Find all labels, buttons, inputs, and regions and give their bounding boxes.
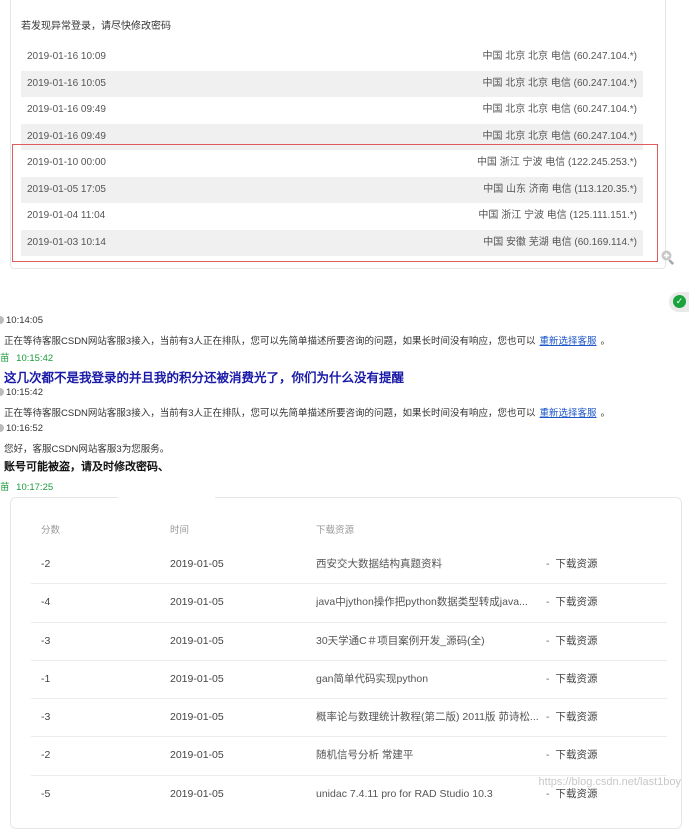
status-badge[interactable]: ✓ — [669, 292, 689, 312]
resource-link[interactable]: java中jython操作把python数据类型转成java... — [316, 584, 546, 621]
login-row: 2019-01-04 11:04 中国 浙江 宁波 电信 (125.111.151… — [21, 203, 643, 230]
download-table: 分数 时间 下载资源 -2 2019-01-05 西安交大数据结构真题资料 -下… — [31, 516, 667, 813]
table-row: -2 2019-01-05 随机信号分析 常建平 - 下载资源 — [31, 736, 667, 774]
score-cell: -3 — [41, 711, 51, 724]
panel-tab — [118, 497, 215, 503]
download-action[interactable]: - 下载资源 — [546, 584, 666, 621]
table-header: 分数 时间 下载资源 — [31, 516, 667, 546]
time-cell: 2019-01-05 — [170, 672, 224, 685]
login-location: 中国 浙江 宁波 电信 (125.111.151.*) — [478, 210, 637, 221]
login-time: 2019-01-04 11:04 — [27, 210, 106, 221]
system-message: 正在等待客服CSDN网站客服3接入，当前有3人正在排队，您可以先简单描述所要咨询… — [4, 336, 611, 347]
resource-link[interactable]: 西安交大数据结构真题资料 — [316, 546, 546, 583]
message-time: 10:15:42 — [16, 353, 54, 364]
login-location: 中国 北京 北京 电信 (60.247.104.*) — [482, 130, 638, 142]
user-name: 苗 — [0, 482, 10, 493]
header-action — [546, 516, 666, 546]
score-cell: -1 — [41, 672, 51, 685]
score-cell: -3 — [41, 634, 51, 647]
time-cell: 2019-01-05 — [170, 558, 224, 570]
score-cell: -2 — [41, 749, 51, 762]
table-row: -3 2019-01-05 概率论与数理统计教程(第二版) 2011版 茆诗松.… — [31, 698, 667, 736]
chat-user-header: 苗 10:17:25 — [0, 479, 53, 493]
login-row: 2019-01-05 17:05 中国 山东 济南 电信 (113.120.35.… — [21, 176, 643, 203]
header-time: 时间 — [170, 525, 190, 536]
login-time: 2019-01-16 10:09 — [27, 51, 106, 62]
score-cell: -5 — [41, 787, 51, 800]
header-resource: 下载资源 — [316, 525, 355, 536]
agent-greeting: 您好，客服CSDN网站客服3为您服务。 — [4, 444, 170, 455]
login-row: 2019-01-03 10:14 中国 安徽 芜湖 电信 (60.169.114.… — [21, 229, 643, 256]
login-location: 中国 北京 北京 电信 (60.247.104.*) — [482, 51, 638, 62]
table-row: -3 2019-01-05 30天学通C＃项目案例开发_源码(全) - 下载资源 — [31, 621, 667, 660]
login-row: 2019-01-16 10:09 中国 北京 北京 电信 (60.247.104.… — [21, 44, 643, 71]
login-time: 2019-01-05 17:05 — [27, 183, 106, 195]
chat-timestamp: 10:16:52 — [0, 423, 43, 434]
avatar-edge — [0, 316, 4, 324]
login-location: 中国 浙江 宁波 电信 (122.245.253.*) — [476, 157, 637, 168]
login-history-panel: 若发现异常登录，请尽快修改密码 2019-01-16 10:09 中国 北京 北京… — [10, 0, 666, 269]
login-warning-text: 若发现异常登录，请尽快修改密码 — [21, 21, 171, 32]
login-row: 2019-01-16 09:49 中国 北京 北京 电信 (60.247.104.… — [21, 97, 643, 124]
resource-link[interactable]: gan简单代码实现python — [316, 661, 546, 698]
table-row: -1 2019-01-05 gan简单代码实现python - 下载资源 — [31, 659, 667, 698]
login-time: 2019-01-16 09:49 — [27, 130, 106, 142]
login-row: 2019-01-10 00:00 中国 浙江 宁波 电信 (122.245.253… — [21, 150, 643, 177]
resource-link[interactable]: unidac 7.4.11 pro for RAD Studio 10.3 — [316, 776, 546, 813]
login-time: 2019-01-16 10:05 — [27, 77, 106, 89]
avatar-edge — [0, 388, 4, 396]
login-history-list: 2019-01-16 10:09 中国 北京 北京 电信 (60.247.104.… — [21, 44, 643, 256]
download-action[interactable]: - 下载资源 — [546, 699, 666, 736]
avatar-edge — [0, 424, 4, 432]
login-row: 2019-01-16 10:05 中国 北京 北京 电信 (60.247.104.… — [21, 70, 643, 97]
login-time: 2019-01-16 09:49 — [27, 104, 106, 115]
user-name: 苗 — [0, 353, 10, 364]
resource-link[interactable]: 30天学通C＃项目案例开发_源码(全) — [316, 623, 546, 660]
login-time: 2019-01-10 00:00 — [27, 157, 106, 168]
time-cell: 2019-01-05 — [170, 749, 224, 762]
table-row: -2 2019-01-05 西安交大数据结构真题资料 - 下载资源 — [31, 546, 667, 583]
agent-message: 账号可能被盗，请及时修改密码、 — [4, 461, 169, 473]
chat-timestamp: 10:15:42 — [0, 387, 43, 398]
resource-link[interactable]: 概率论与数理统计教程(第二版) 2011版 茆诗松... — [316, 699, 546, 736]
time-cell: 2019-01-05 — [170, 787, 224, 800]
chat-timestamp: 10:14:05 — [0, 315, 43, 326]
login-location: 中国 北京 北京 电信 (60.247.104.*) — [482, 104, 638, 115]
chat-user-header: 苗 10:15:42 — [0, 350, 53, 364]
login-location: 中国 安徽 芜湖 电信 (60.169.114.*) — [483, 236, 637, 248]
check-icon: ✓ — [673, 295, 686, 308]
user-message: 这几次都不是我登录的并且我的积分还被消费光了，你们为什么没有提醒 — [4, 371, 405, 385]
watermark: https://blog.csdn.net/last1boy — [538, 776, 681, 788]
download-action[interactable]: - 下载资源 — [546, 737, 666, 774]
login-location: 中国 山东 济南 电信 (113.120.35.*) — [483, 183, 637, 195]
header-score: 分数 — [41, 525, 61, 536]
reselect-agent-link[interactable]: 重新选择客服 — [540, 408, 597, 419]
table-row: -4 2019-01-05 java中jython操作把python数据类型转成… — [31, 583, 667, 621]
time-cell: 2019-01-05 — [170, 634, 224, 647]
reselect-agent-link[interactable]: 重新选择客服 — [540, 336, 597, 347]
login-time: 2019-01-03 10:14 — [27, 236, 106, 248]
message-time: 10:17:25 — [16, 482, 54, 493]
time-cell: 2019-01-05 — [170, 596, 224, 609]
zoom-in-icon[interactable] — [660, 249, 676, 265]
download-action[interactable]: - 下载资源 — [546, 661, 666, 698]
time-cell: 2019-01-05 — [170, 711, 224, 724]
resource-link[interactable]: 随机信号分析 常建平 — [316, 737, 546, 774]
login-location: 中国 北京 北京 电信 (60.247.104.*) — [482, 77, 638, 89]
score-cell: -4 — [41, 596, 51, 609]
system-message: 正在等待客服CSDN网站客服3接入，当前有3人正在排队，您可以先简单描述所要咨询… — [4, 408, 611, 419]
download-action[interactable]: - 下载资源 — [546, 546, 666, 583]
score-cell: -2 — [41, 558, 51, 570]
login-row: 2019-01-16 09:49 中国 北京 北京 电信 (60.247.104.… — [21, 123, 643, 150]
download-action[interactable]: - 下载资源 — [546, 623, 666, 660]
